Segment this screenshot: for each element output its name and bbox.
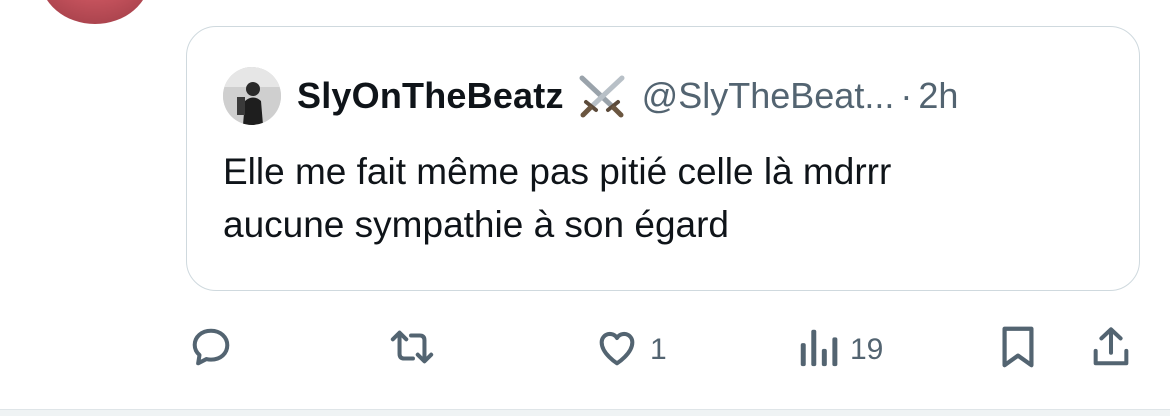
quoted-tweet-card[interactable]: SlyOnTheBeatz @SlyTheBeat... · 2h Elle m… — [186, 26, 1140, 291]
bookmark-button[interactable] — [996, 324, 1040, 375]
reply-button[interactable] — [188, 324, 234, 375]
quoted-timestamp[interactable]: 2h — [918, 75, 958, 117]
bookmark-icon — [996, 324, 1040, 375]
share-button[interactable] — [1088, 324, 1134, 375]
quoted-tweet-text: Elle me fait même pas pitié celle là mdr… — [223, 145, 1083, 251]
tweet-divider — [0, 409, 1170, 416]
quoted-handle[interactable]: @SlyTheBeat... — [642, 75, 895, 117]
share-icon — [1088, 324, 1134, 375]
quoted-author-avatar[interactable] — [223, 67, 281, 125]
reply-icon — [188, 324, 234, 375]
views-button[interactable]: 19 — [796, 324, 883, 375]
like-count: 1 — [650, 332, 667, 366]
views-count: 19 — [850, 332, 884, 366]
tweet-action-bar: 1 19 — [0, 316, 1170, 376]
retweet-icon — [386, 324, 438, 375]
views-chart-icon — [796, 324, 840, 375]
crossed-swords-icon — [576, 74, 628, 118]
separator-dot: · — [900, 75, 913, 116]
retweet-button[interactable] — [386, 324, 438, 375]
heart-icon — [594, 324, 640, 375]
quoted-tweet-text-line-2: aucune sympathie à son égard — [223, 204, 730, 245]
like-button[interactable]: 1 — [594, 324, 667, 375]
author-avatar[interactable] — [40, 0, 150, 24]
quoted-tweet-header: SlyOnTheBeatz @SlyTheBeat... · 2h — [223, 67, 1109, 125]
quoted-tweet-text-line-1: Elle me fait même pas pitié celle là mdr… — [223, 151, 892, 192]
quoted-display-name[interactable]: SlyOnTheBeatz — [297, 75, 564, 117]
